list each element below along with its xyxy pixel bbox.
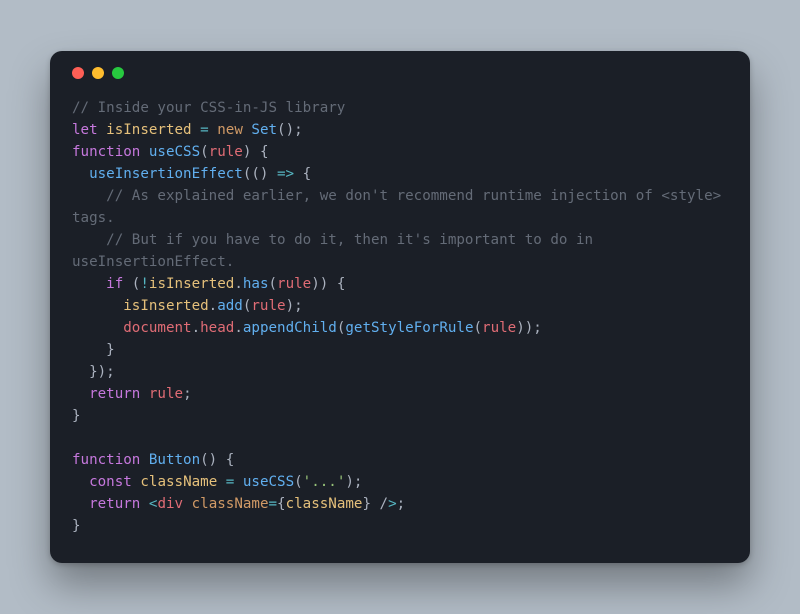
code-call: appendChild [243,320,337,336]
code-punct: ; [397,496,406,512]
code-keyword: let [72,122,98,138]
terminal-window: // Inside your CSS-in-JS library let isI… [50,51,750,563]
code-punct: ) { [243,144,269,160]
code-operator: = [200,122,209,138]
code-identifier: isInserted [123,298,208,314]
code-call: has [243,276,269,292]
code-identifier: className [140,474,217,490]
code-punct: } [72,518,81,534]
code-comment: // But if you have to do it, then it's i… [72,232,602,270]
code-punct: { [277,496,286,512]
code-identifier: document [123,320,191,336]
code-identifier: rule [482,320,516,336]
code-identifier: isInserted [106,122,191,138]
code-punct: . [192,320,201,336]
code-identifier: rule [277,276,311,292]
code-punct: ( [474,320,483,336]
code-punct: ; [183,386,192,402]
code-keyword: function [72,452,140,468]
code-comment: // Inside your CSS-in-JS library [72,100,345,116]
code-keyword: function [72,144,140,160]
code-operator: = [268,496,277,512]
code-keyword: if [106,276,123,292]
minimize-icon[interactable] [92,67,104,79]
code-comment: // As explained earlier, we don't recomm… [72,188,730,226]
code-punct: . [234,320,243,336]
code-identifier: rule [149,386,183,402]
code-punct: (); [277,122,303,138]
code-call: Set [251,122,277,138]
code-operator: = [226,474,235,490]
code-punct: ( [123,276,140,292]
code-call: useInsertionEffect [89,166,243,182]
code-identifier: isInserted [149,276,234,292]
code-punct: }); [89,364,115,380]
code-string: '...' [303,474,346,490]
code-punct: ( [294,474,303,490]
code-operator: => [277,166,294,182]
code-punct: . [209,298,218,314]
code-keyword: new [217,122,243,138]
code-punct: )) { [311,276,345,292]
code-punct: () { [200,452,234,468]
code-punct: } [362,496,371,512]
code-punct: / [371,496,388,512]
code-identifier: head [200,320,234,336]
code-operator: > [388,496,397,512]
zoom-icon[interactable] [112,67,124,79]
code-punct: ( [200,144,209,160]
code-punct: )); [516,320,542,336]
code-punct: { [294,166,311,182]
code-punct: ); [345,474,362,490]
code-keyword: return [89,386,140,402]
close-icon[interactable] [72,67,84,79]
code-block: // Inside your CSS-in-JS library let isI… [72,97,728,537]
code-fn-name: useCSS [149,144,200,160]
code-call: useCSS [243,474,294,490]
code-identifier: className [286,496,363,512]
code-fn-name: Button [149,452,200,468]
code-keyword: return [89,496,140,512]
code-punct: ); [286,298,303,314]
code-operator: ! [140,276,149,292]
code-punct: . [234,276,243,292]
code-param: rule [209,144,243,160]
code-punct: } [106,342,115,358]
code-punct: } [72,408,81,424]
code-call: add [217,298,243,314]
code-call: getStyleForRule [345,320,473,336]
code-identifier: rule [251,298,285,314]
code-jsx-tag: div [157,496,183,512]
code-jsx-attr: className [192,496,269,512]
code-punct: ( [269,276,278,292]
code-punct: (() [243,166,277,182]
traffic-lights [72,67,728,79]
code-keyword: const [89,474,132,490]
